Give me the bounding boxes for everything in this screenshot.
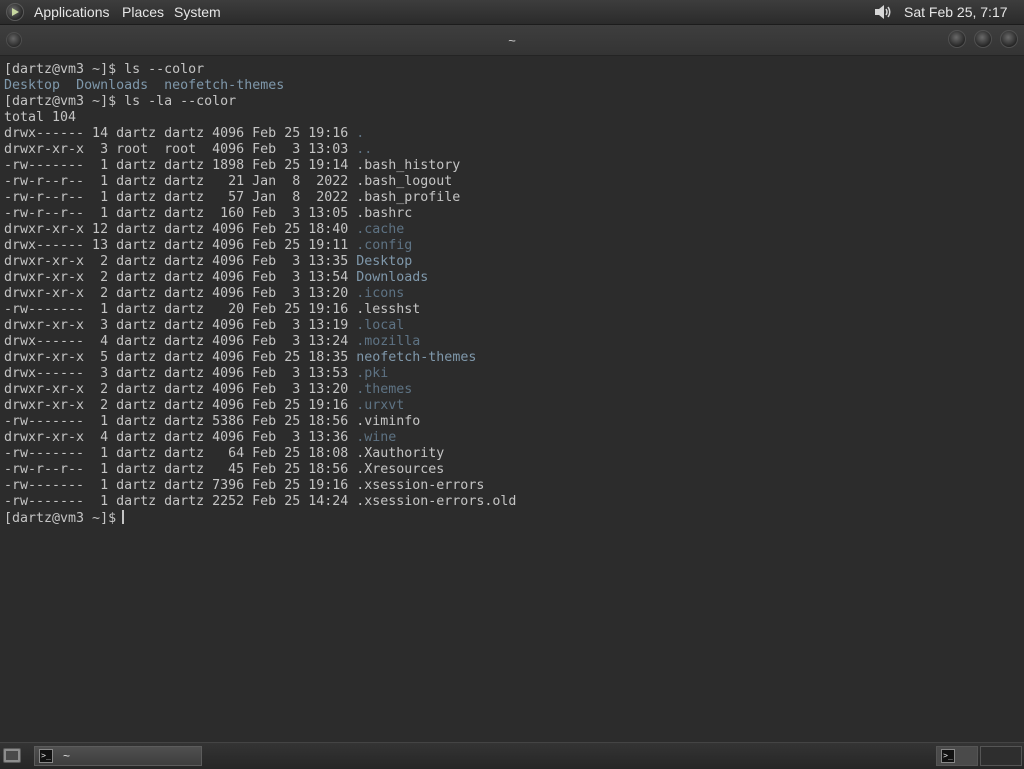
hidden-directory-name: .icons <box>356 286 405 301</box>
terminal-icon: >_ <box>941 749 955 763</box>
terminal-icon: >_ <box>39 749 53 763</box>
terminal-text: [dartz@vm3 ~]$ <box>4 511 117 526</box>
terminal-text: drwxr-xr-x 2 dartz dartz 4096 Feb 3 13:3… <box>4 254 357 269</box>
terminal-text: drwxr-xr-x 5 dartz dartz 4096 Feb 25 18:… <box>4 350 357 365</box>
terminal-text: drwxr-xr-x 2 dartz dartz 4096 Feb 3 13:2… <box>4 382 357 397</box>
close-button[interactable] <box>1000 30 1018 48</box>
show-desktop-icon[interactable] <box>3 748 21 763</box>
terminal-text: drwxr-xr-x 3 root root 4096 Feb 3 13:03 <box>4 142 357 157</box>
terminal-text: drwx------ 3 dartz dartz 4096 Feb 3 13:5… <box>4 366 357 381</box>
terminal-line: -rw------- 1 dartz dartz 20 Feb 25 19:16… <box>4 302 516 318</box>
terminal-line: [dartz@vm3 ~]$ ls --color <box>4 62 516 78</box>
terminal-line: -rw------- 1 dartz dartz 7396 Feb 25 19:… <box>4 478 516 494</box>
terminal-line: -rw-r--r-- 1 dartz dartz 160 Feb 3 13:05… <box>4 206 516 222</box>
terminal-text: -rw-r--r-- 1 dartz dartz 21 Jan 8 2022 .… <box>4 174 453 189</box>
terminal-line: [dartz@vm3 ~]$ ls -la --color <box>4 94 516 110</box>
directory-name: Downloads <box>356 270 429 285</box>
workspace-2[interactable] <box>980 746 1022 766</box>
terminal-line: drwxr-xr-x 2 dartz dartz 4096 Feb 3 13:3… <box>4 254 516 270</box>
terminal-text: drwxr-xr-x 2 dartz dartz 4096 Feb 25 19:… <box>4 398 357 413</box>
hidden-directory-name: .urxvt <box>356 398 405 413</box>
terminal-text: -rw-r--r-- 1 dartz dartz 160 Feb 3 13:05… <box>4 206 413 221</box>
hidden-directory-name: .wine <box>356 430 397 445</box>
window-titlebar[interactable]: ~ <box>0 25 1024 56</box>
terminal-line: -rw------- 1 dartz dartz 5386 Feb 25 18:… <box>4 414 516 430</box>
terminal-text: drwx------ 4 dartz dartz 4096 Feb 3 13:2… <box>4 334 357 349</box>
terminal-area[interactable]: [dartz@vm3 ~]$ ls --color Desktop Downloa… <box>0 56 1024 742</box>
terminal-line: drwx------ 3 dartz dartz 4096 Feb 3 13:5… <box>4 366 516 382</box>
minimize-button[interactable] <box>948 30 966 48</box>
terminal-text: drwxr-xr-x 3 dartz dartz 4096 Feb 3 13:1… <box>4 318 357 333</box>
terminal-line: drwx------ 14 dartz dartz 4096 Feb 25 19… <box>4 126 516 142</box>
terminal-text: -rw------- 1 dartz dartz 20 Feb 25 19:16… <box>4 302 421 317</box>
terminal-line: drwxr-xr-x 2 dartz dartz 4096 Feb 25 19:… <box>4 398 516 414</box>
terminal-line: [dartz@vm3 ~]$ <box>4 510 516 526</box>
terminal-text: -rw------- 1 dartz dartz 1898 Feb 25 19:… <box>4 158 461 173</box>
directory-name: Desktop <box>356 254 413 269</box>
terminal-text: [dartz@vm3 ~]$ ls -la --color <box>4 94 237 109</box>
terminal-output: [dartz@vm3 ~]$ ls --color Desktop Downloa… <box>4 62 516 526</box>
window-title: ~ <box>508 33 516 48</box>
terminal-text: total 104 <box>4 110 77 125</box>
terminal-line: -rw-r--r-- 1 dartz dartz 45 Feb 25 18:56… <box>4 462 516 478</box>
terminal-line: -rw------- 1 dartz dartz 64 Feb 25 18:08… <box>4 446 516 462</box>
terminal-line: total 104 <box>4 110 516 126</box>
terminal-line: -rw-r--r-- 1 dartz dartz 57 Jan 8 2022 .… <box>4 190 516 206</box>
terminal-text: -rw-r--r-- 1 dartz dartz 45 Feb 25 18:56… <box>4 462 445 477</box>
terminal-text: -rw------- 1 dartz dartz 7396 Feb 25 19:… <box>4 478 485 493</box>
terminal-line: drwxr-xr-x 2 dartz dartz 4096 Feb 3 13:2… <box>4 286 516 302</box>
bottom-panel: >_ ~ >_ <box>0 742 1024 769</box>
top-panel: Applications Places System Sat Feb 25, 7… <box>0 0 1024 44</box>
terminal-text: [dartz@vm3 ~]$ ls --color <box>4 62 205 77</box>
terminal-text: -rw------- 1 dartz dartz 64 Feb 25 18:08… <box>4 446 445 461</box>
terminal-text: -rw------- 1 dartz dartz 5386 Feb 25 18:… <box>4 414 421 429</box>
hidden-directory-name: .local <box>356 318 405 333</box>
terminal-line: -rw-r--r-- 1 dartz dartz 21 Jan 8 2022 .… <box>4 174 516 190</box>
terminal-text: drwx------ 14 dartz dartz 4096 Feb 25 19… <box>4 126 357 141</box>
terminal-line: drwxr-xr-x 3 root root 4096 Feb 3 13:03 … <box>4 142 516 158</box>
hidden-directory-name: .pki <box>356 366 389 381</box>
terminal-line: drwxr-xr-x 12 dartz dartz 4096 Feb 25 18… <box>4 222 516 238</box>
terminal-line: drwxr-xr-x 3 dartz dartz 4096 Feb 3 13:1… <box>4 318 516 334</box>
menu-system[interactable]: System <box>174 0 221 24</box>
terminal-text: -rw-r--r-- 1 dartz dartz 57 Jan 8 2022 .… <box>4 190 461 205</box>
terminal-line: drwxr-xr-x 2 dartz dartz 4096 Feb 3 13:5… <box>4 270 516 286</box>
taskbar-item-label: ~ <box>63 749 71 763</box>
terminal-line: Desktop Downloads neofetch-themes <box>4 78 516 94</box>
terminal-line: -rw------- 1 dartz dartz 2252 Feb 25 14:… <box>4 494 516 510</box>
terminal-line: -rw------- 1 dartz dartz 1898 Feb 25 19:… <box>4 158 516 174</box>
directory-name: neofetch-themes <box>164 78 285 93</box>
text-cursor <box>122 510 125 524</box>
hidden-directory-name: .cache <box>356 222 405 237</box>
taskbar-item-terminal[interactable]: >_ ~ <box>34 746 202 766</box>
maximize-button[interactable] <box>974 30 992 48</box>
menu-applications[interactable]: Applications <box>34 0 110 24</box>
hidden-directory-name: .mozilla <box>356 334 421 349</box>
terminal-text: drwx------ 13 dartz dartz 4096 Feb 25 19… <box>4 238 357 253</box>
menu-places[interactable]: Places <box>122 0 164 24</box>
hidden-directory-name: .themes <box>356 382 413 397</box>
terminal-line: drwx------ 4 dartz dartz 4096 Feb 3 13:2… <box>4 334 516 350</box>
directory-name: Desktop <box>4 78 61 93</box>
terminal-line: drwxr-xr-x 2 dartz dartz 4096 Feb 3 13:2… <box>4 382 516 398</box>
hidden-directory-name: .config <box>356 238 413 253</box>
workspace-1[interactable]: >_ <box>936 746 978 766</box>
terminal-line: drwxr-xr-x 4 dartz dartz 4096 Feb 3 13:3… <box>4 430 516 446</box>
hidden-directory-name: .. <box>356 142 373 157</box>
terminal-text: drwxr-xr-x 2 dartz dartz 4096 Feb 3 13:5… <box>4 270 357 285</box>
terminal-text: -rw------- 1 dartz dartz 2252 Feb 25 14:… <box>4 494 517 509</box>
hidden-directory-name: . <box>356 126 365 141</box>
directory-name: Downloads <box>76 78 149 93</box>
terminal-text: drwxr-xr-x 12 dartz dartz 4096 Feb 25 18… <box>4 222 357 237</box>
terminal-line: drwx------ 13 dartz dartz 4096 Feb 25 19… <box>4 238 516 254</box>
clock[interactable]: Sat Feb 25, 7:17 PM <box>904 0 1024 44</box>
directory-name: neofetch-themes <box>356 350 477 365</box>
terminal-line: drwxr-xr-x 5 dartz dartz 4096 Feb 25 18:… <box>4 350 516 366</box>
terminal-text: drwxr-xr-x 4 dartz dartz 4096 Feb 3 13:3… <box>4 430 357 445</box>
distro-logo-icon[interactable] <box>6 3 24 21</box>
terminal-text: drwxr-xr-x 2 dartz dartz 4096 Feb 3 13:2… <box>4 286 357 301</box>
volume-icon[interactable] <box>872 3 894 21</box>
